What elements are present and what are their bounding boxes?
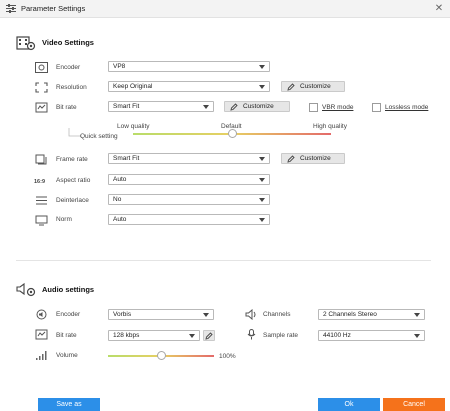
ok-label: Ok: [344, 401, 354, 408]
pencil-icon: [287, 155, 295, 163]
close-button[interactable]: ✕: [433, 2, 445, 15]
volume-label: Volume: [56, 352, 78, 359]
resolution-select[interactable]: Keep Original: [108, 81, 270, 92]
quality-slider-thumb[interactable]: [227, 129, 237, 138]
close-icon: ✕: [434, 3, 444, 14]
norm-select[interactable]: Auto: [108, 214, 270, 225]
aspect-ratio-label: Aspect ratio: [56, 177, 91, 184]
frame-rate-customize-button[interactable]: Customize: [281, 153, 345, 164]
chevron-down-icon: [259, 218, 265, 222]
save-as-label: Save as: [56, 401, 82, 408]
audio-encoder-label: Encoder: [56, 311, 81, 318]
chevron-down-icon: [259, 157, 265, 161]
audio-settings-heading: Audio settings: [42, 285, 95, 294]
video-bitrate-select[interactable]: Smart Fit: [108, 101, 214, 112]
audio-encoder-select[interactable]: Vorbis: [108, 309, 214, 320]
section-divider: [16, 260, 431, 261]
video-bitrate-label: Bit rate: [56, 104, 77, 111]
bitrate-customize-label: Customize: [243, 103, 274, 110]
vbr-mode-checkbox[interactable]: [309, 103, 318, 112]
frame-rate-customize-label: Customize: [300, 155, 331, 162]
lossless-mode-label[interactable]: Lossless mode: [385, 104, 428, 111]
audio-bitrate-label: Bit rate: [56, 332, 77, 339]
svg-text:16:9: 16:9: [34, 179, 45, 185]
chevron-down-icon: [259, 65, 265, 69]
quick-setting-label: Quick setting: [80, 133, 118, 140]
settings-sliders-icon: [6, 4, 16, 13]
audio-bitrate-select[interactable]: 128 kbps: [108, 330, 200, 341]
audio-bitrate-icon: [35, 329, 48, 340]
title-bar: Parameter Settings ✕: [0, 0, 450, 18]
video-bitrate-value: Smart Fit: [113, 103, 140, 110]
aspect-ratio-value: Auto: [113, 176, 127, 183]
chevron-down-icon: [414, 334, 420, 338]
chevron-down-icon: [259, 198, 265, 202]
chevron-down-icon: [203, 313, 209, 317]
deinterlace-value: No: [113, 196, 122, 203]
norm-monitor-icon: [35, 215, 48, 226]
audio-bitrate-value: 128 kbps: [113, 332, 140, 339]
chevron-down-icon: [259, 85, 265, 89]
volume-bars-icon: [36, 351, 47, 360]
vbr-mode-label[interactable]: VBR mode: [322, 104, 353, 111]
resolution-icon: [35, 82, 48, 93]
cancel-button[interactable]: Cancel: [383, 398, 445, 411]
pencil-icon: [287, 83, 295, 91]
sample-rate-value: 44100 Hz: [323, 332, 351, 339]
resolution-customize-button[interactable]: Customize: [281, 81, 345, 92]
channels-value: 2 Channels Stereo: [323, 311, 377, 318]
resolution-value: Keep Original: [113, 83, 153, 90]
channels-label: Channels: [263, 311, 291, 318]
frame-rate-value: Smart Fit: [113, 155, 140, 162]
deinterlace-label: Deinterlace: [56, 197, 89, 204]
ok-button[interactable]: Ok: [318, 398, 380, 411]
channels-select[interactable]: 2 Channels Stereo: [318, 309, 425, 320]
norm-value: Auto: [113, 216, 127, 223]
aspect-ratio-icon: 16:9: [34, 179, 45, 185]
audio-bitrate-edit-button[interactable]: [203, 330, 215, 341]
window-title: Parameter Settings: [21, 4, 86, 13]
resolution-label: Resolution: [56, 84, 87, 91]
encoder-icon: [35, 62, 48, 73]
volume-value: 100%: [219, 353, 236, 360]
norm-label: Norm: [56, 216, 72, 223]
audio-encoder-icon: [36, 309, 47, 320]
deinterlace-select[interactable]: No: [108, 194, 270, 205]
chevron-down-icon: [414, 313, 420, 317]
aspect-ratio-select[interactable]: Auto: [108, 174, 270, 185]
save-as-button[interactable]: Save as: [38, 398, 100, 411]
frame-rate-select[interactable]: Smart Fit: [108, 153, 270, 164]
sample-rate-label: Sample rate: [263, 332, 299, 339]
frame-rate-icon: [35, 154, 47, 165]
chevron-down-icon: [259, 178, 265, 182]
high-quality-label: High quality: [313, 123, 347, 130]
bitrate-customize-button[interactable]: Customize: [224, 101, 290, 112]
pencil-icon: [230, 103, 238, 111]
video-encoder-select[interactable]: VP8: [108, 61, 270, 72]
channels-speaker-icon: [245, 309, 256, 320]
low-quality-label: Low quality: [117, 123, 150, 130]
lossless-mode-checkbox[interactable]: [372, 103, 381, 112]
deinterlace-icon: [36, 196, 47, 205]
resolution-customize-label: Customize: [300, 83, 331, 90]
video-settings-icon: [16, 36, 36, 51]
audio-encoder-value: Vorbis: [113, 311, 132, 318]
chevron-down-icon: [189, 334, 195, 338]
bitrate-icon: [35, 102, 48, 113]
sample-rate-select[interactable]: 44100 Hz: [318, 330, 425, 341]
video-encoder-value: VP8: [113, 63, 126, 70]
video-encoder-label: Encoder: [56, 64, 81, 71]
volume-slider-thumb[interactable]: [156, 351, 166, 360]
microphone-icon: [247, 329, 256, 340]
pencil-icon: [205, 332, 213, 340]
chevron-down-icon: [203, 105, 209, 109]
cancel-label: Cancel: [403, 401, 425, 408]
video-settings-heading: Video Settings: [42, 38, 94, 47]
audio-settings-icon: [16, 282, 36, 297]
frame-rate-label: Frame rate: [56, 156, 88, 163]
